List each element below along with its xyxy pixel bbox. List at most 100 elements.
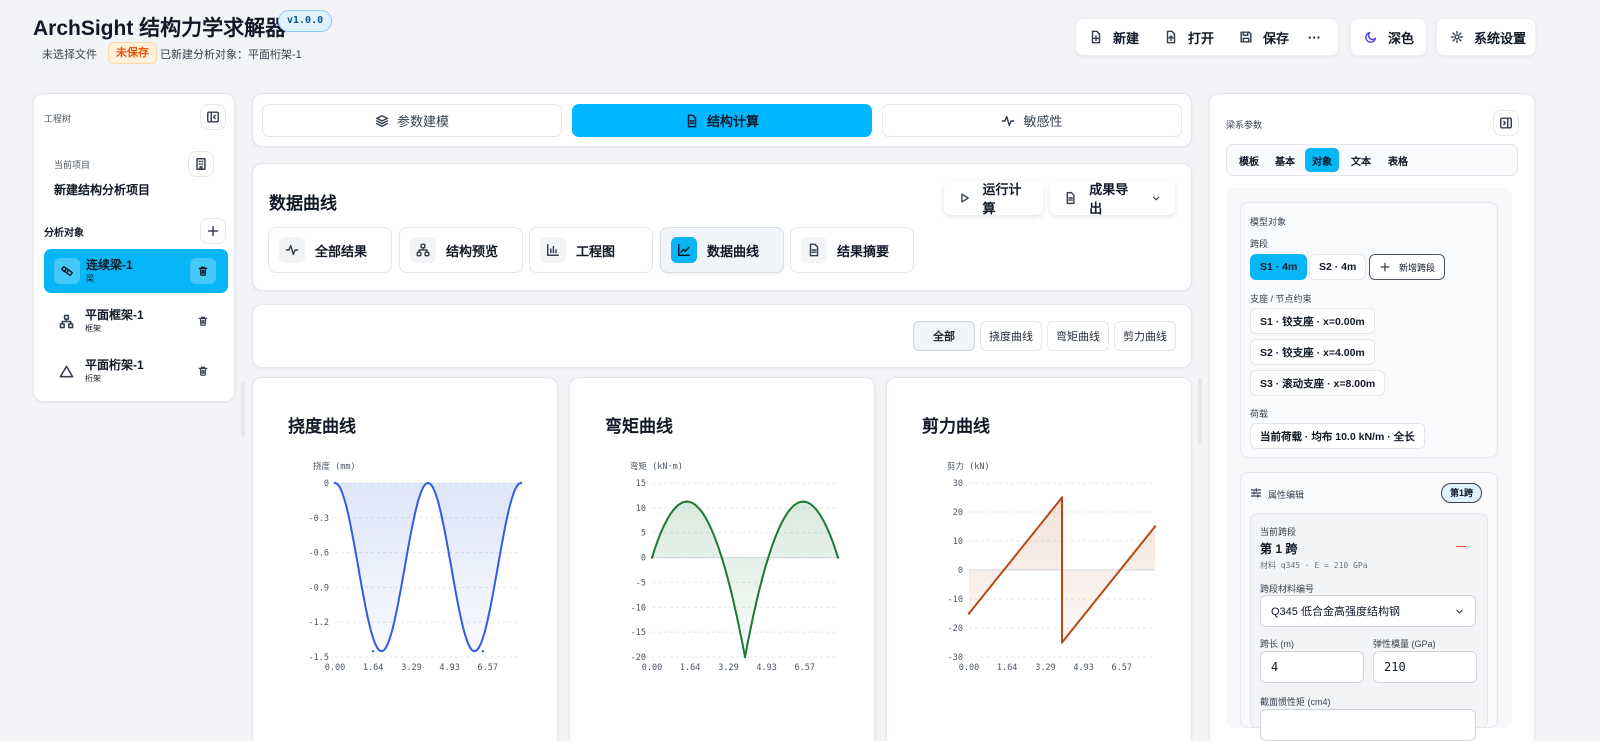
- run-calculation-button[interactable]: 运行计算: [944, 181, 1043, 216]
- add-span-button[interactable]: 新增跨段: [1369, 254, 1446, 280]
- model-objects-label: 模型对象: [1250, 217, 1287, 227]
- object-type: 梁: [86, 274, 94, 283]
- open-button[interactable]: 打开: [1150, 20, 1228, 54]
- more-button[interactable]: ···: [1300, 20, 1329, 54]
- export-results-button[interactable]: 成果导出: [1050, 181, 1175, 216]
- object-item-continuous-beam[interactable]: 连续梁-1 梁: [44, 249, 228, 293]
- material-select-value: Q345 低合金高强度结构钢: [1271, 606, 1400, 618]
- view-label: 工程图: [576, 243, 616, 259]
- y-axis-label: 弯矩 (kN·m): [630, 461, 683, 472]
- x-tick-label: 1.64: [680, 663, 700, 673]
- span-badge: 第1跨: [1441, 483, 1483, 503]
- plus-icon: [1380, 262, 1390, 272]
- object-item-plane-frame[interactable]: 平面框架-1 框架: [44, 299, 228, 343]
- view-result-summary[interactable]: 结果摘要: [790, 227, 914, 273]
- chevron-down-icon: [1456, 609, 1463, 613]
- tab-parametric-modeling[interactable]: 参数建模: [262, 104, 562, 137]
- inertia-input[interactable]: [1260, 709, 1476, 741]
- view-all-results[interactable]: 全部结果: [268, 227, 392, 273]
- span-chip-s1[interactable]: S1 · 4m: [1250, 254, 1308, 280]
- remove-span-minus-icon[interactable]: [1456, 546, 1466, 547]
- tab-template[interactable]: 模板: [1232, 148, 1266, 172]
- view-label: 全部结果: [315, 243, 368, 259]
- y-tick-label: -10: [631, 603, 646, 613]
- file-status: 未选择文件: [42, 49, 97, 61]
- series-area: [335, 483, 521, 652]
- filter-shear[interactable]: 剪力曲线: [1114, 321, 1176, 351]
- panel-title: 梁系参数: [1226, 120, 1263, 130]
- view-data-curves[interactable]: 数据曲线: [660, 227, 784, 273]
- settings-button-label: 系统设置: [1474, 30, 1527, 46]
- layers-icon: [375, 114, 388, 127]
- tab-basic[interactable]: 基本: [1268, 148, 1302, 172]
- play-icon: [961, 193, 969, 203]
- collapse-right-panel-button[interactable]: [1493, 110, 1519, 136]
- x-tick-label: 6.57: [795, 663, 815, 673]
- panel-collapse-icon: [1500, 117, 1512, 129]
- tab-text[interactable]: 文本: [1344, 148, 1378, 172]
- view-structure-preview[interactable]: 结构预览: [399, 227, 523, 273]
- tab-label: 结构计算: [706, 114, 759, 129]
- version-badge: v1.0.0: [278, 10, 333, 32]
- new-button[interactable]: 新建: [1075, 20, 1153, 54]
- moment-chart: 15 10 5 0 -5 -10 -15 -200.00 1.64 3.29 4.93 6.57 弯矩 …: [630, 461, 840, 673]
- support-chip-s2[interactable]: S2 · 铰支座 · x=4.00m: [1250, 339, 1375, 365]
- activity-icon: [285, 244, 299, 256]
- x-tick-label: 0.00: [325, 663, 345, 673]
- y-tick-label: -20: [948, 624, 963, 634]
- filter-all[interactable]: 全部: [913, 321, 975, 351]
- span-label: 跨段: [1250, 239, 1269, 249]
- tab-sensitivity[interactable]: 敏感性: [882, 104, 1182, 137]
- modulus-input[interactable]: 210: [1373, 651, 1477, 683]
- support-chip-s1[interactable]: S1 · 铰支座 · x=0.00m: [1250, 308, 1375, 334]
- line-chart-icon: [678, 244, 690, 256]
- settings-button[interactable]: 系统设置: [1436, 20, 1540, 54]
- filter-moment[interactable]: 弯矩曲线: [1047, 321, 1109, 351]
- delete-object-button[interactable]: [190, 258, 216, 284]
- trash-icon[interactable]: [197, 315, 209, 327]
- filter-deflection[interactable]: 挠度曲线: [980, 321, 1042, 351]
- data-point: [481, 650, 485, 653]
- deflection-chart: 0 -0.3 -0.6 -0.9 -1.2 -1.50.00 1.64 3.29 4.93 6.5…: [309, 461, 523, 673]
- span-chip-s2[interactable]: S2 · 4m: [1309, 254, 1367, 280]
- right-resize-handle[interactable]: [1198, 378, 1202, 444]
- tab-objects[interactable]: 对象: [1305, 148, 1339, 172]
- load-chip[interactable]: 当前荷载 · 均布 10.0 kN/m · 全长: [1250, 423, 1425, 449]
- object-item-plane-truss[interactable]: 平面桁架-1 桁架: [44, 349, 228, 393]
- document-icon: [687, 114, 697, 127]
- y-tick-label: 0: [641, 554, 646, 564]
- bar-chart-icon-wrap: [540, 237, 566, 263]
- plus-icon: [207, 225, 219, 237]
- tab-table[interactable]: 表格: [1381, 148, 1415, 172]
- line-chart-icon-wrap: [671, 237, 697, 263]
- trash-icon[interactable]: [197, 365, 209, 377]
- data-point: [371, 650, 375, 653]
- y-tick-label: 15: [636, 479, 646, 489]
- created-object-status: 已新建分析对象：平面桁架-1: [160, 49, 302, 61]
- project-info-button[interactable]: [188, 151, 214, 177]
- save-button[interactable]: 保存: [1225, 20, 1303, 54]
- building-icon: [196, 158, 206, 170]
- y-axis-label: 剪力 (kN): [947, 461, 990, 472]
- y-axis-label: 挠度 (mm): [313, 461, 356, 472]
- theme-toggle-button[interactable]: 深色: [1350, 20, 1428, 54]
- x-tick-label: 6.57: [478, 663, 498, 673]
- theme-toggle-label: 深色: [1388, 30, 1415, 46]
- material-select[interactable]: Q345 低合金高强度结构钢: [1260, 595, 1476, 627]
- activity-icon: [1002, 115, 1015, 126]
- y-tick-label: 0: [324, 479, 329, 489]
- data-point: [836, 556, 840, 559]
- length-input[interactable]: 4: [1260, 651, 1364, 683]
- add-span-label: 新增跨段: [1399, 262, 1436, 273]
- view-engineering-drawing[interactable]: 工程图: [529, 227, 653, 273]
- left-resize-handle[interactable]: [241, 382, 245, 437]
- bar-chart-icon: [547, 244, 559, 256]
- new-file-icon: [1091, 30, 1101, 44]
- tab-structural-calculation[interactable]: 结构计算: [572, 104, 872, 137]
- save-icon: [1240, 31, 1252, 43]
- add-object-button[interactable]: [200, 218, 226, 244]
- x-tick-label: 6.57: [1112, 663, 1132, 673]
- y-tick-label: -0.6: [309, 549, 329, 559]
- support-chip-s3[interactable]: S3 · 滚动支座 · x=8.00m: [1250, 370, 1386, 396]
- collapse-sidebar-button[interactable]: [200, 104, 226, 130]
